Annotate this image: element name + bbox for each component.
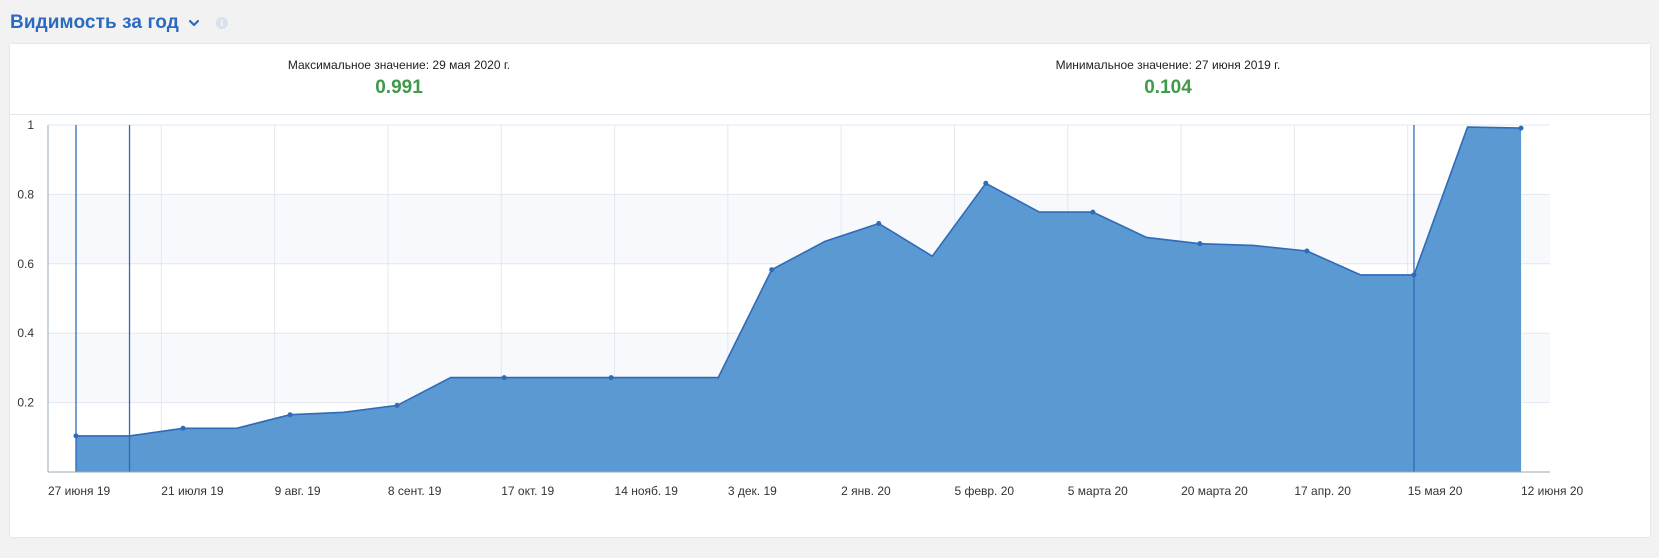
data-point[interactable] [983, 180, 989, 186]
y-tick-label: 0.4 [17, 326, 34, 340]
chevron-down-icon[interactable] [188, 17, 200, 29]
x-tick-label: 5 февр. 20 [954, 484, 1014, 498]
widget-title[interactable]: Видимость за год [10, 12, 179, 34]
x-tick-label: 9 авг. 19 [275, 484, 321, 498]
data-point[interactable] [1197, 241, 1203, 247]
data-point[interactable] [394, 402, 400, 408]
data-point[interactable] [73, 433, 79, 439]
info-icon[interactable]: i [215, 17, 228, 29]
y-tick-label: 0.8 [17, 187, 34, 201]
grid-band [48, 194, 1550, 264]
x-tick-label: 3 дек. 19 [728, 484, 777, 498]
widget-header: Видимость за год i [10, 8, 228, 38]
x-tick-label: 17 окт. 19 [501, 484, 554, 498]
data-point[interactable] [1518, 125, 1524, 131]
visibility-chart: 0.2 0.4 0.6 0.8 1 27 июня 19 21 июля 19 9 авг.… [17, 118, 1584, 498]
y-tick-label: 0.2 [17, 396, 34, 410]
data-point[interactable] [608, 375, 614, 381]
x-tick-label: 15 мая 20 [1408, 484, 1463, 498]
data-point[interactable] [769, 267, 775, 273]
x-tick-label: 17 апр. 20 [1294, 484, 1351, 498]
y-axis-ticks: 0.2 0.4 0.6 0.8 1 [17, 118, 34, 410]
x-tick-label: 20 марта 20 [1181, 484, 1248, 498]
x-tick-label: 27 июня 19 [48, 484, 111, 498]
x-axis-ticks: 27 июня 19 21 июля 19 9 авг. 19 8 сент. 19 1… [48, 484, 1584, 498]
x-tick-label: 5 марта 20 [1068, 484, 1128, 498]
data-point[interactable] [501, 375, 507, 381]
data-point[interactable] [1411, 272, 1417, 278]
data-point[interactable] [180, 425, 186, 431]
x-tick-label: 12 июня 20 [1521, 484, 1584, 498]
x-tick-label: 14 нояб. 19 [615, 484, 679, 498]
x-tick-label: 2 янв. 20 [841, 484, 891, 498]
data-point[interactable] [287, 412, 293, 418]
chart-card: Максимальное значение: 29 мая 2020 г. 0.… [10, 44, 1650, 537]
data-point[interactable] [1090, 209, 1096, 215]
x-tick-label: 21 июля 19 [161, 484, 224, 498]
x-tick-label: 8 сент. 19 [388, 484, 442, 498]
y-tick-label: 1 [27, 118, 34, 132]
data-point[interactable] [876, 221, 882, 227]
y-tick-label: 0.6 [17, 257, 34, 271]
series-area [76, 127, 1521, 472]
data-point[interactable] [1304, 248, 1310, 254]
